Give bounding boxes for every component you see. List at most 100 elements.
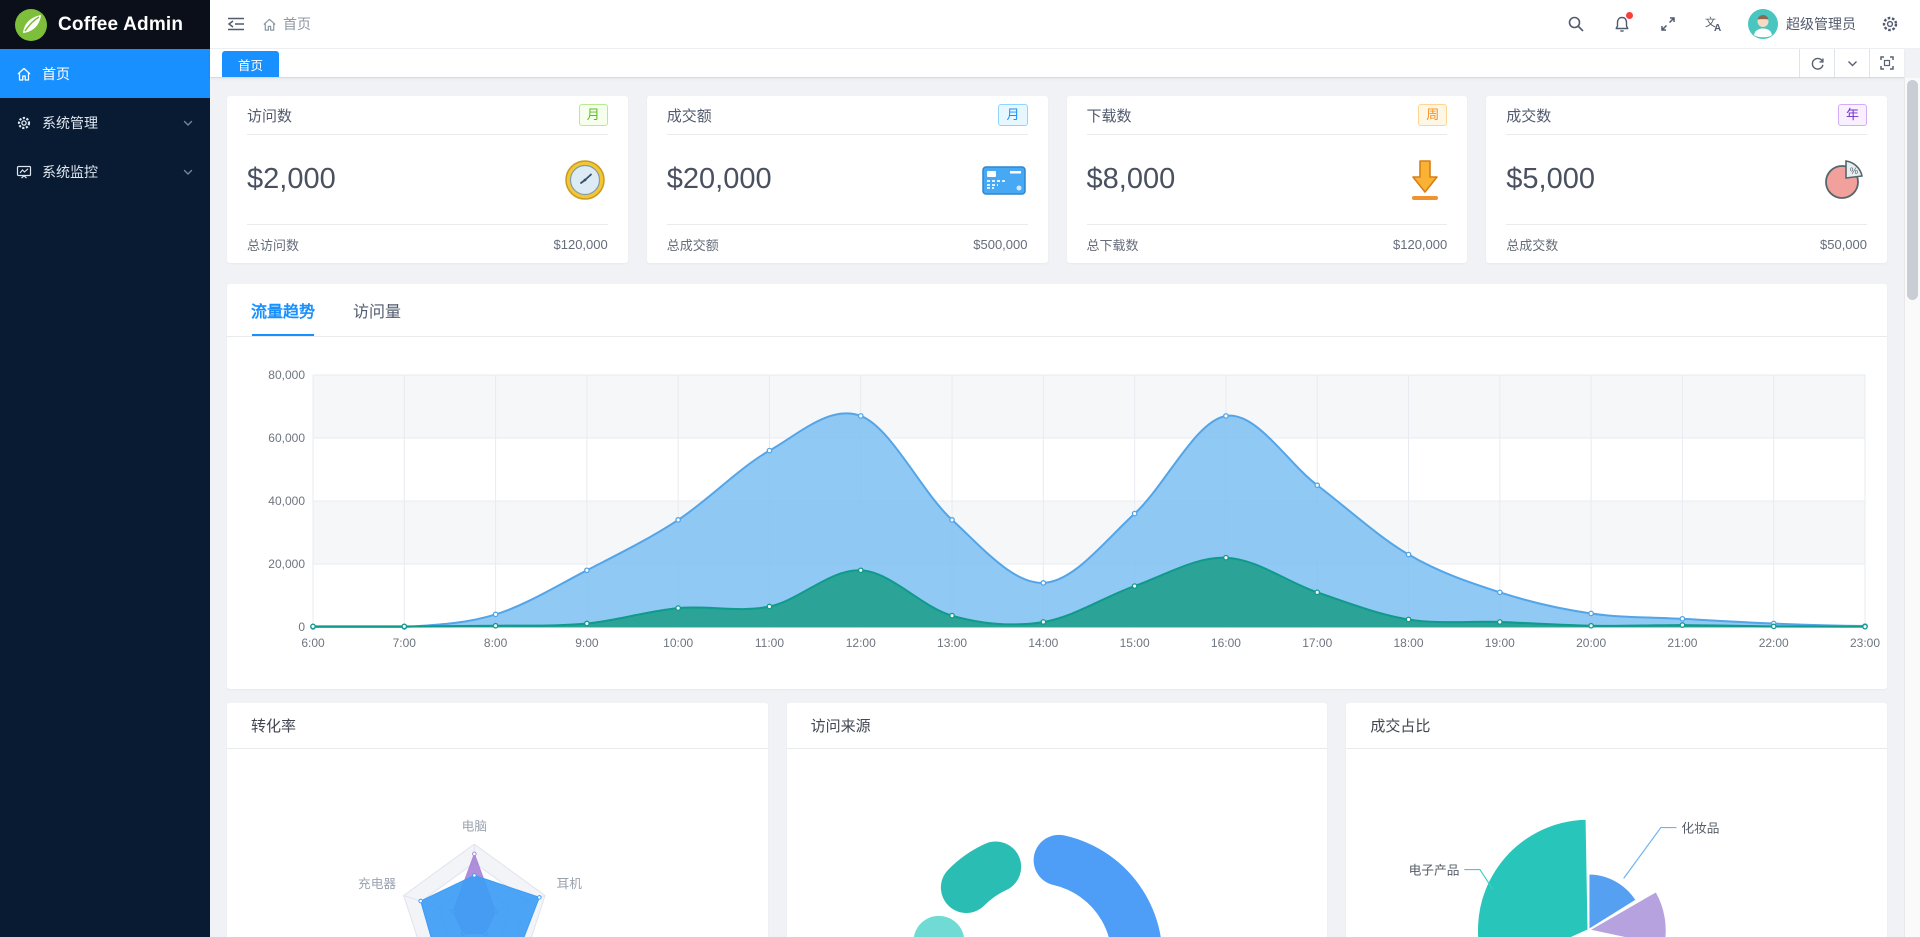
- home-icon: [17, 67, 31, 81]
- tab-label: 访问量: [353, 304, 402, 321]
- gear-icon[interactable]: [1878, 12, 1902, 36]
- svg-text:耳机: 耳机: [556, 876, 582, 891]
- period-badge: 月: [578, 104, 608, 126]
- rose-pie-body: 化妆品电子产品: [1346, 749, 1887, 937]
- tab-label: 流量趋势: [251, 304, 316, 321]
- app-logo: Coffee Admin: [0, 0, 210, 49]
- card-title: 成交占比: [1346, 703, 1888, 749]
- fullscreen-icon[interactable]: [1656, 12, 1680, 36]
- avatar: [1748, 9, 1778, 39]
- svg-text:12:00: 12:00: [846, 636, 876, 650]
- period-badge: 月: [998, 104, 1028, 126]
- svg-text:电子产品: 电子产品: [1409, 862, 1460, 877]
- stat-footer-value: $500,000: [973, 236, 1028, 252]
- svg-text:9:00: 9:00: [575, 636, 599, 650]
- stat-card-visits[interactable]: 访问数 月 $2,000 总访问数 $120,000: [227, 96, 628, 263]
- refresh-icon[interactable]: [1799, 49, 1834, 77]
- radar-chart[interactable]: 电脑耳机 充电器: [227, 749, 768, 937]
- sidebar-item-system-management[interactable]: 系统管理: [0, 98, 210, 147]
- menu-fold-icon[interactable]: [224, 12, 248, 36]
- chevron-down-icon[interactable]: [1834, 49, 1869, 77]
- stat-card-body: $8,000: [1087, 135, 1448, 224]
- translate-icon[interactable]: 文 A: [1702, 12, 1726, 36]
- svg-text:充电器: 充电器: [358, 876, 396, 891]
- stat-value: $20,000: [666, 163, 772, 195]
- bottom-card-row: 转化率 电脑耳机 充电器 访问来源 成交占比 化妆品电子产品: [227, 703, 1888, 937]
- svg-text:15:00: 15:00: [1120, 636, 1150, 650]
- stat-card-footer: 总下载数 $120,000: [1086, 224, 1448, 263]
- sidebar-item-label: 系统管理: [42, 114, 98, 131]
- search-icon[interactable]: [1564, 12, 1588, 36]
- stat-card-footer: 总成交额 $500,000: [666, 224, 1028, 263]
- svg-text:11:00: 11:00: [755, 636, 784, 650]
- svg-text:40,000: 40,000: [268, 494, 305, 508]
- stat-card-header: 访问数 月: [247, 96, 608, 135]
- pie-chart-icon: %: [1825, 159, 1863, 199]
- stat-title: 成交额: [666, 107, 712, 125]
- svg-text:10:00: 10:00: [663, 636, 693, 650]
- svg-text:7:00: 7:00: [393, 636, 417, 650]
- bell-icon[interactable]: [1610, 12, 1634, 36]
- stat-value: $2,000: [247, 163, 336, 195]
- maximize-icon[interactable]: [1869, 49, 1904, 77]
- sidebar-item-label: 系统监控: [42, 163, 98, 180]
- stat-card-body: $20,000: [667, 135, 1028, 224]
- stat-card-body: $2,000: [247, 135, 608, 224]
- tab-label: 首页: [238, 58, 264, 73]
- stat-footer-label: 总访问数: [247, 237, 300, 253]
- stat-card-footer: 总成交数 $50,000: [1506, 224, 1867, 263]
- svg-text:%: %: [1850, 166, 1858, 176]
- stat-footer-value: $120,000: [553, 236, 608, 252]
- svg-text:21:00: 21:00: [1667, 636, 1697, 650]
- svg-text:电脑: 电脑: [462, 818, 487, 833]
- svg-text:化妆品: 化妆品: [1682, 820, 1720, 835]
- tab-home[interactable]: 首页: [222, 51, 280, 77]
- rose-plot: 化妆品电子产品: [1409, 817, 1720, 937]
- monitor-icon: [16, 165, 32, 178]
- radar-plot: 电脑耳机 充电器: [358, 818, 582, 937]
- stat-footer-label: 总成交数: [1506, 237, 1559, 253]
- svg-text:8:00: 8:00: [484, 636, 508, 650]
- stat-title: 访问数: [247, 107, 293, 125]
- card-title: 访问来源: [786, 703, 1328, 749]
- trend-chart-tabs: 流量趋势 访问量: [227, 284, 1887, 337]
- stat-card-downloads[interactable]: 下载数 周 $8,000 总下载数 $120,000: [1066, 96, 1468, 263]
- svg-text:80,000: 80,000: [268, 368, 305, 382]
- main-area: 首页 文 A 超级管理员 首页 访问数 月 $2,000 总访问数 $120,0…: [210, 0, 1920, 937]
- scrollbar-thumb[interactable]: [1907, 80, 1918, 300]
- svg-text:20:00: 20:00: [1576, 636, 1606, 650]
- tab-traffic-trend[interactable]: 流量趋势: [251, 284, 315, 336]
- stat-title: 成交数: [1506, 107, 1552, 125]
- svg-text:13:00: 13:00: [937, 636, 967, 650]
- sidebar-item-home[interactable]: 首页: [0, 49, 210, 98]
- svg-text:60,000: 60,000: [268, 431, 305, 445]
- sidebar: Coffee Admin 首页 系统管理 系统监控: [0, 0, 210, 937]
- svg-text:23:00: 23:00: [1850, 636, 1880, 650]
- clock-icon: [565, 159, 605, 200]
- stat-card-body: $5,000 %: [1506, 135, 1867, 224]
- tab-visit-volume[interactable]: 访问量: [353, 284, 401, 336]
- rose-pie-chart[interactable]: 化妆品电子产品: [1346, 749, 1887, 937]
- stat-title: 下载数: [1086, 107, 1132, 125]
- user-menu[interactable]: 超级管理员: [1748, 9, 1856, 39]
- card-title: 转化率: [227, 703, 768, 749]
- trend-area-chart[interactable]: 0 20,000 40,000 60,000 80,000 6:00 7:00 8:00 9:0…: [227, 337, 1887, 689]
- stat-card-turnover[interactable]: 成交额 月 $20,000 总成交额 $500,000: [646, 96, 1048, 263]
- stat-card-deals[interactable]: 成交数 年 $5,000 % 总成交数 $50,000: [1486, 96, 1887, 263]
- trend-chart-body: 0 20,000 40,000 60,000 80,000 6:00 7:00 8:00 9:0…: [227, 337, 1887, 689]
- svg-text:22:00: 22:00: [1759, 636, 1789, 650]
- navbar-right: 文 A 超级管理员: [1564, 9, 1906, 39]
- svg-text:20,000: 20,000: [268, 557, 305, 571]
- donut-chart[interactable]: [787, 749, 1328, 937]
- vertical-scrollbar[interactable]: [1904, 78, 1920, 937]
- stat-card-footer: 总访问数 $120,000: [247, 224, 608, 263]
- svg-text:A: A: [1714, 23, 1721, 33]
- sidebar-item-system-monitor[interactable]: 系统监控: [0, 147, 210, 196]
- visit-sources-card: 访问来源: [786, 703, 1328, 937]
- svg-text:17:00: 17:00: [1302, 636, 1332, 650]
- breadcrumb[interactable]: 首页: [262, 14, 311, 34]
- trend-plot: 0 20,000 40,000 60,000 80,000 6:00 7:00 8:00 9:0…: [268, 368, 1880, 650]
- username: 超级管理员: [1786, 16, 1856, 32]
- svg-text:16:00: 16:00: [1211, 636, 1241, 650]
- period-badge: 周: [1418, 104, 1448, 126]
